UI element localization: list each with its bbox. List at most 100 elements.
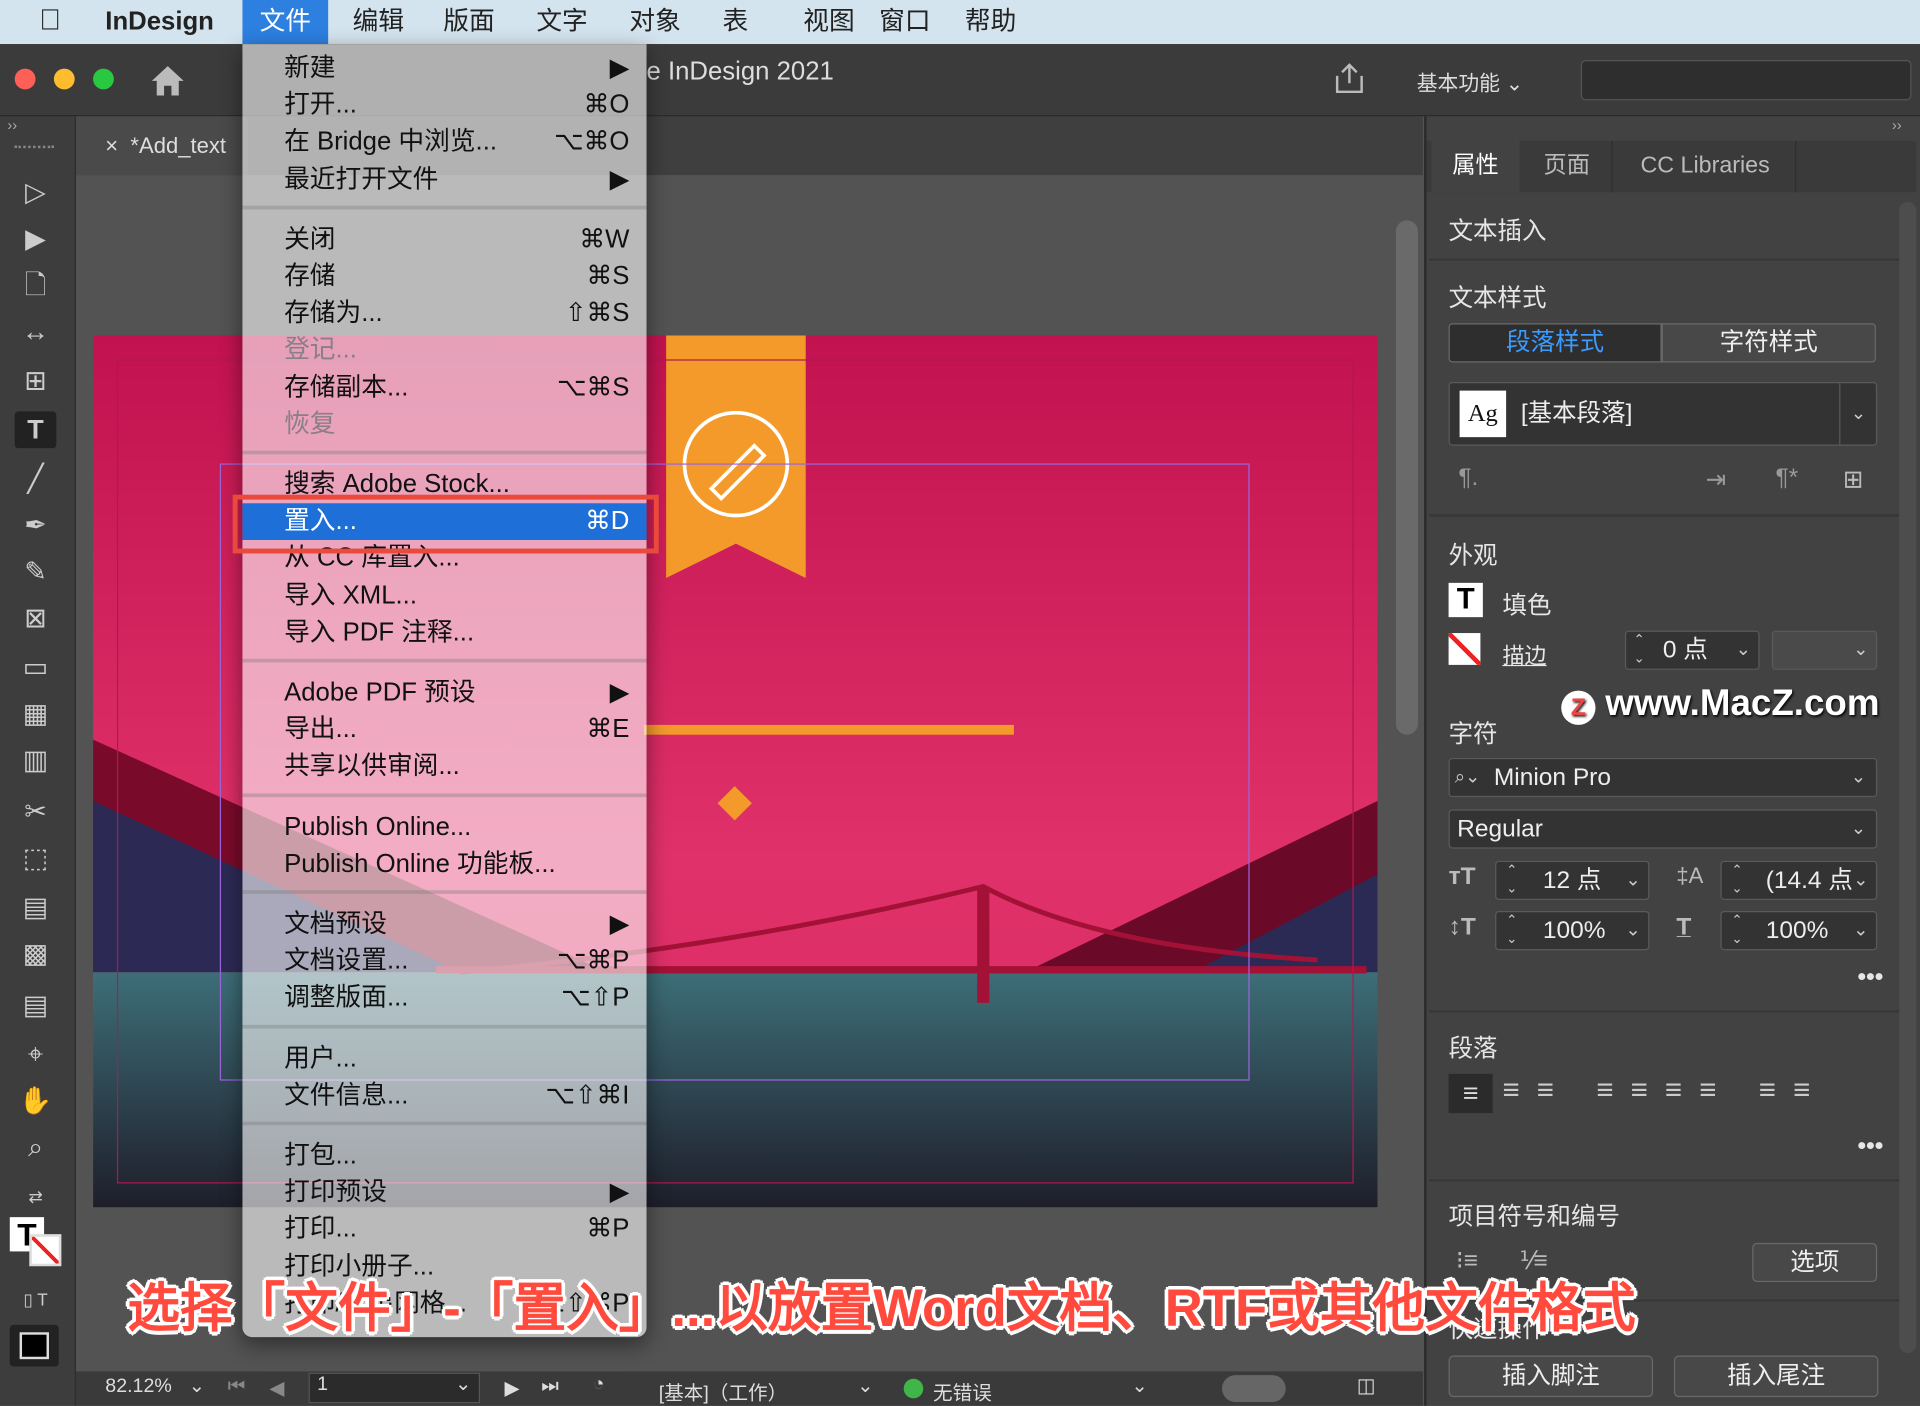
file-menu-item[interactable]: 最近打开文件 ▶: [242, 161, 646, 198]
file-menu-item[interactable]: 用户...: [242, 1040, 646, 1077]
file-menu-item[interactable]: 打包...: [242, 1138, 646, 1175]
more-options-icon[interactable]: •••: [1858, 1133, 1884, 1161]
chevron-down-icon[interactable]: ⌄: [1853, 862, 1869, 899]
rectangle-frame-tool-icon[interactable]: ⊠: [15, 600, 57, 637]
menu-6[interactable]: 表: [705, 0, 765, 44]
paragraph-styles-tab[interactable]: 段落样式: [1448, 323, 1662, 363]
table-tool-icon[interactable]: ▦: [15, 696, 57, 733]
app-menu[interactable]: InDesign: [105, 0, 214, 44]
horizontal-scale-field[interactable]: ⌃ ⌄ 100% ⌄: [1720, 911, 1878, 951]
direct-selection-tool-icon[interactable]: ▶: [15, 220, 57, 257]
menu-9[interactable]: 帮助: [948, 0, 1034, 44]
canvas-scrollbar[interactable]: [1395, 220, 1418, 735]
tab-pages[interactable]: 页面: [1522, 140, 1613, 193]
preflight-status[interactable]: 无错误: [933, 1376, 992, 1405]
collapse-panel-icon[interactable]: ››: [1892, 116, 1902, 133]
file-menu-item[interactable]: 导出... ⌘E: [242, 712, 646, 749]
share-icon[interactable]: [1332, 61, 1366, 95]
normal-view-icon[interactable]: ▯ T: [15, 1281, 57, 1318]
profile-label[interactable]: [基本]（工作）: [659, 1376, 787, 1405]
gap-tool-icon[interactable]: ↔: [15, 313, 57, 350]
menu-5[interactable]: 对象: [612, 0, 698, 44]
chevron-down-icon[interactable]: ⌄: [189, 1374, 205, 1398]
file-menu-item[interactable]: 存储副本... ⌥⌘S: [242, 369, 646, 406]
chevron-down-icon[interactable]: ⌄: [1625, 912, 1640, 949]
leading-field[interactable]: ⌃ ⌄ (14.4 点) ⌄: [1720, 860, 1878, 901]
file-menu-item[interactable]: 导入 PDF 注释...: [242, 614, 646, 651]
line-tool-icon[interactable]: ╱: [15, 460, 57, 497]
file-menu-item[interactable]: 导入 XML...: [242, 577, 646, 614]
load-styles-icon[interactable]: ⇥: [1706, 464, 1727, 495]
page-number-field[interactable]: 1 ⌄: [308, 1372, 481, 1404]
next-page-icon[interactable]: ▶: [504, 1376, 519, 1400]
paragraph-style-dropdown[interactable]: Ag [基本段落] ⌄: [1448, 382, 1878, 446]
font-size-field[interactable]: ⌃ ⌄ 12 点 ⌄: [1495, 860, 1650, 901]
file-menu-item[interactable]: 文档预设 ▶: [242, 906, 646, 943]
file-menu-item[interactable]: 共享以供审阅...: [242, 749, 646, 786]
minimize-window-button[interactable]: [53, 68, 75, 90]
chevron-down-icon[interactable]: ⌄: [1625, 862, 1640, 899]
stepper-icon[interactable]: ⌃ ⌄: [1731, 912, 1742, 949]
grid-tool-icon[interactable]: ▥: [15, 742, 57, 779]
screen-mode-icon[interactable]: [9, 1324, 59, 1367]
stroke-none-icon[interactable]: [1448, 633, 1481, 665]
file-menu-item[interactable]: 打印预设 ▶: [242, 1175, 646, 1212]
file-menu-item[interactable]: 调整版面... ⌥⇧P: [242, 980, 646, 1017]
pencil-tool-icon[interactable]: ✎: [15, 553, 57, 590]
document-tab[interactable]: × *Add_text: [75, 116, 248, 176]
tab-cc-libraries[interactable]: CC Libraries: [1615, 140, 1797, 193]
chevron-down-icon[interactable]: ⌄: [1736, 632, 1751, 669]
horizontal-scrollbar[interactable]: [1222, 1375, 1286, 1403]
character-styles-tab[interactable]: 字符样式: [1661, 323, 1876, 363]
gradient-feather-tool-icon[interactable]: ▩: [15, 936, 57, 973]
file-menu-item[interactable]: 存储为... ⇧⌘S: [242, 295, 646, 332]
file-menu-item[interactable]: 存储 ⌘S: [242, 258, 646, 295]
split-view-icon[interactable]: ◫: [1357, 1374, 1376, 1398]
page-tool-icon[interactable]: 🗋: [15, 267, 57, 304]
panel-grip[interactable]: [14, 145, 54, 153]
type-tool-icon[interactable]: T: [14, 411, 57, 449]
stepper-icon[interactable]: ⌃ ⌄: [1506, 862, 1517, 899]
fill-text-icon[interactable]: T: [1448, 582, 1483, 618]
font-style-dropdown[interactable]: Regular ⌄: [1448, 809, 1878, 849]
tab-properties[interactable]: 属性: [1431, 140, 1520, 193]
selection-tool-icon[interactable]: ▷: [15, 174, 57, 211]
close-tab-icon[interactable]: ×: [105, 133, 130, 157]
stepper-icon[interactable]: ⌃ ⌄: [1506, 912, 1517, 949]
section-text-insert[interactable]: 文本插入: [1449, 211, 1547, 247]
open-page-icon[interactable]: ◔: [593, 1374, 605, 1396]
hand-tool-icon[interactable]: ✋: [15, 1082, 57, 1119]
workspace-switcher[interactable]: 基本功能 ⌄: [1417, 66, 1524, 97]
eyedropper-tool-icon[interactable]: ⌖: [15, 1036, 57, 1073]
apple-icon[interactable]: : [39, 4, 61, 38]
search-input[interactable]: [1580, 60, 1912, 101]
insert-endnote-button[interactable]: 插入尾注: [1673, 1355, 1879, 1398]
file-menu-item[interactable]: Adobe PDF 预设 ▶: [242, 675, 646, 712]
file-menu-item[interactable]: Publish Online...: [242, 809, 646, 846]
file-menu-item[interactable]: 在 Bridge 中浏览... ⌥⌘O: [242, 124, 646, 161]
pen-tool-icon[interactable]: ✒: [15, 507, 57, 544]
stroke-label[interactable]: 描边: [1502, 639, 1546, 671]
file-menu-item[interactable]: 文件信息... ⌥⇧⌘I: [242, 1077, 646, 1114]
chevron-down-icon[interactable]: ⌄: [1131, 1374, 1147, 1398]
zoom-level[interactable]: 82.12%: [105, 1376, 171, 1398]
file-menu-item[interactable]: Publish Online 功能板...: [242, 846, 646, 883]
previous-page-icon[interactable]: ◀: [269, 1376, 284, 1400]
note-tool-icon[interactable]: ▤: [15, 987, 57, 1024]
vertical-scale-field[interactable]: ⌃ ⌄ 100% ⌄: [1495, 911, 1650, 951]
panel-scrollbar[interactable]: [1899, 202, 1917, 1354]
collapse-panel-icon[interactable]: ››: [7, 116, 17, 133]
stepper-icon[interactable]: ⌃ ⌄: [1731, 862, 1742, 899]
file-menu-item[interactable]: 打印... ⌘P: [242, 1211, 646, 1248]
swap-fill-stroke-icon[interactable]: ⇄: [15, 1178, 57, 1215]
zoom-tool-icon[interactable]: ⌕: [15, 1129, 57, 1166]
content-collector-icon[interactable]: ⊞: [15, 362, 57, 399]
file-menu-item[interactable]: 文档设置... ⌥⌘P: [242, 943, 646, 980]
menu-4[interactable]: 文字: [519, 0, 605, 44]
menu-8[interactable]: 窗口: [862, 0, 948, 44]
scissors-tool-icon[interactable]: ✂: [15, 793, 57, 830]
font-family-dropdown[interactable]: ⌕⌄ Minion Pro ⌄: [1448, 757, 1878, 798]
more-options-icon[interactable]: •••: [1858, 964, 1884, 992]
insert-footnote-button[interactable]: 插入脚注: [1448, 1355, 1654, 1398]
clear-overrides-icon[interactable]: ¶*: [1776, 464, 1799, 492]
